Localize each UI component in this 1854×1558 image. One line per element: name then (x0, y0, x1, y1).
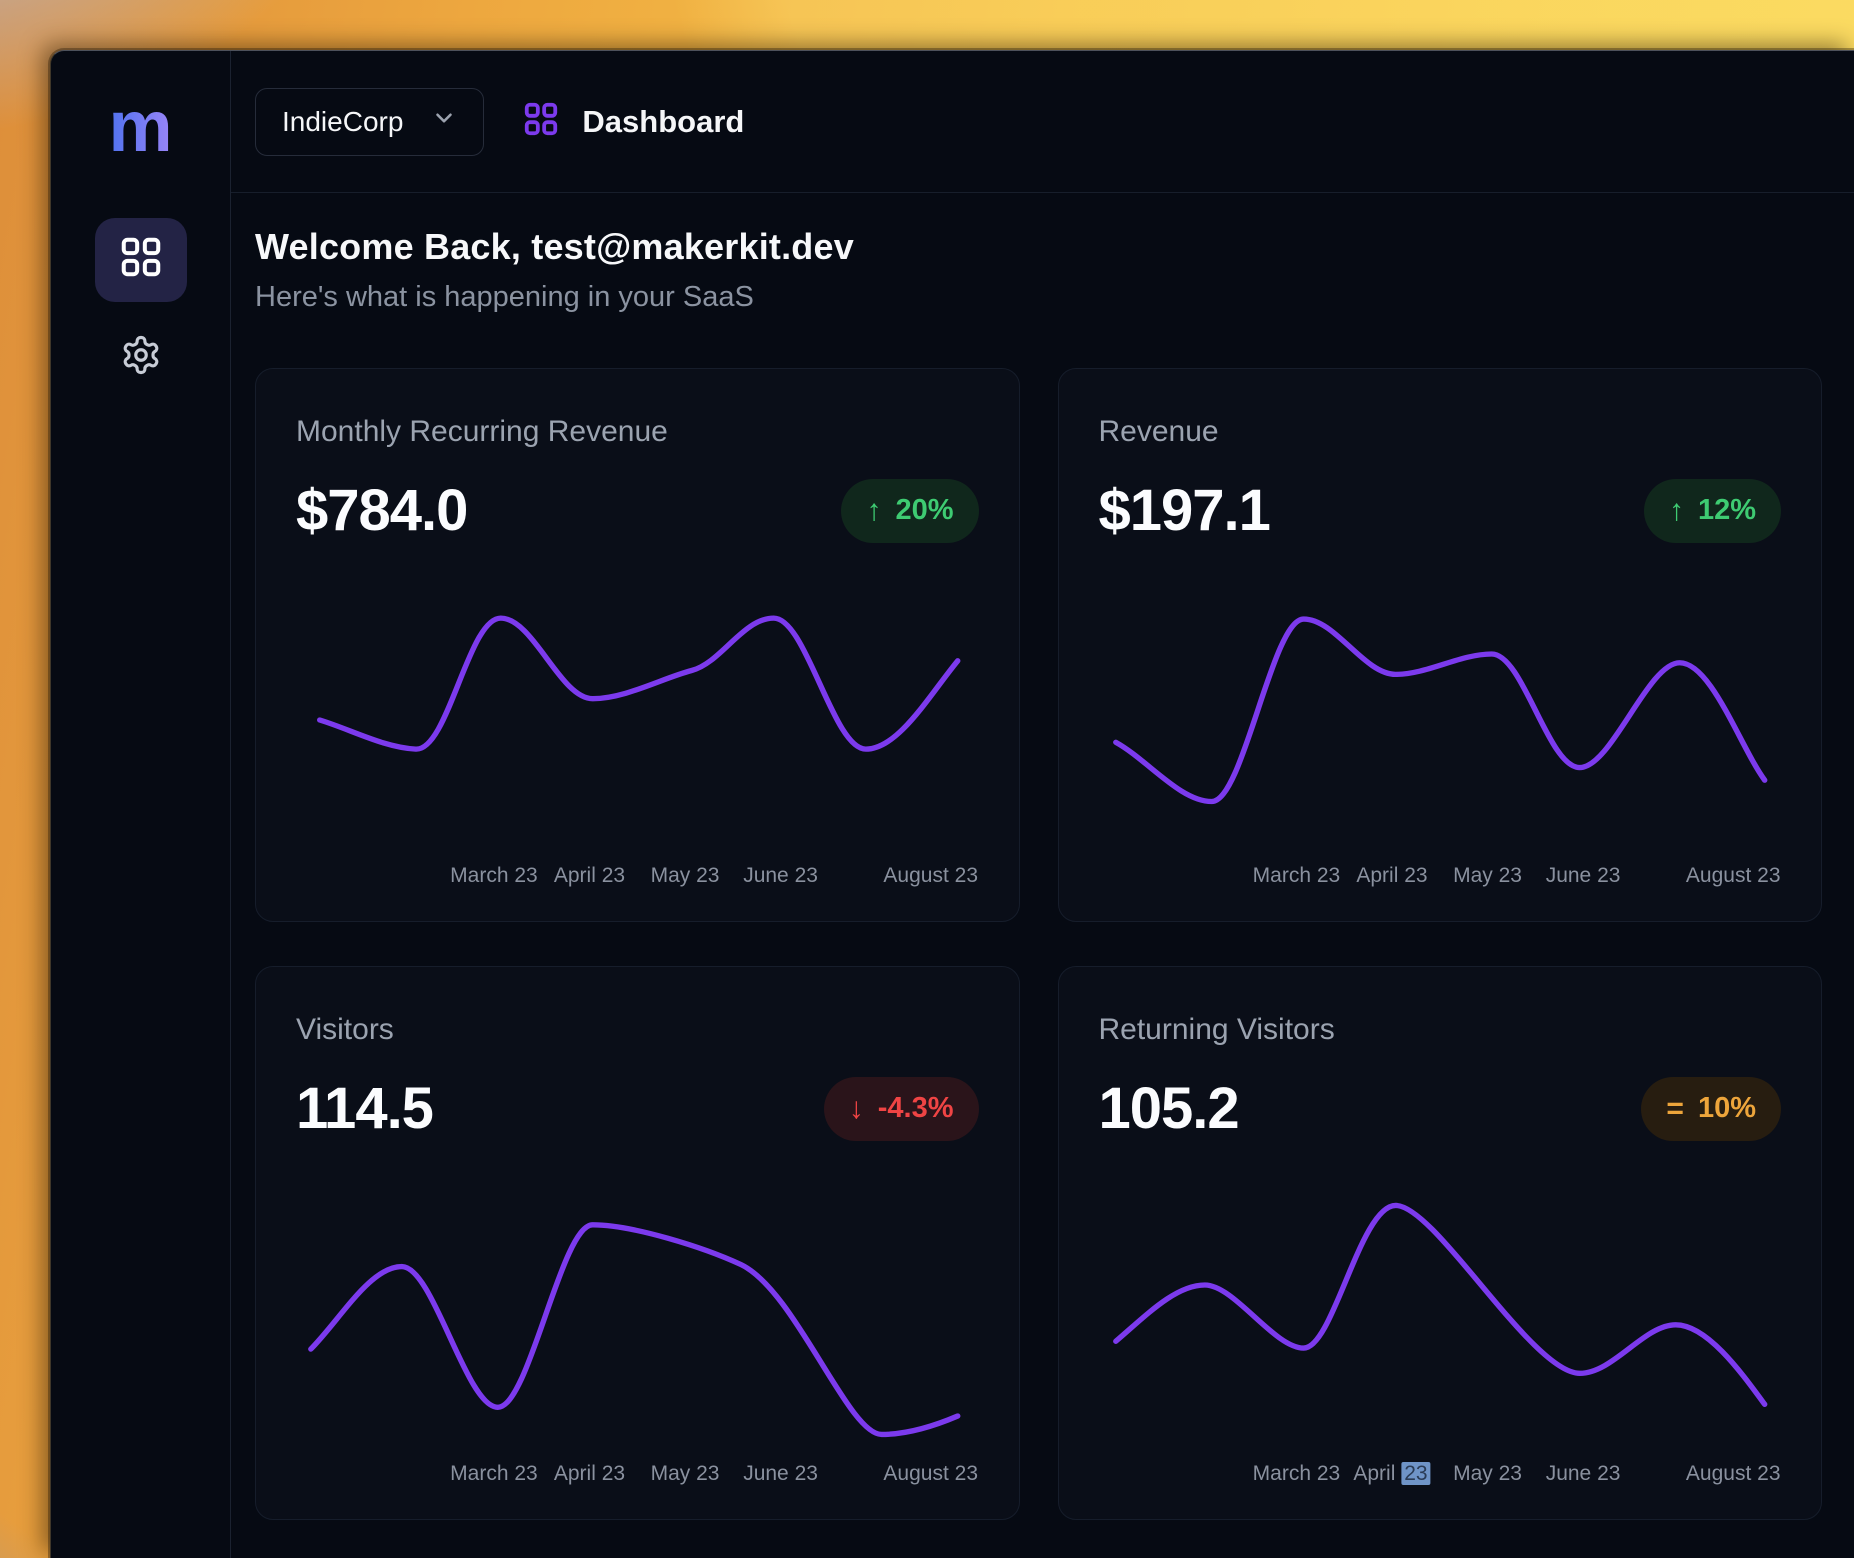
line-chart-mrr: March 23 April 23 May 23 June 23 August … (296, 589, 979, 893)
x-axis-label: August 23 (883, 864, 978, 888)
settings-gear-icon (120, 334, 162, 381)
x-axis-label: March 23 (450, 1462, 538, 1486)
app-window: m (50, 50, 1854, 1558)
x-axis: March 23 April 23 May 23 June 23 August … (1099, 1457, 1782, 1491)
line-chart-visitors: March 23 April 23 May 23 June 23 August … (296, 1187, 979, 1491)
sidebar: m (51, 51, 231, 1558)
card-value: $197.1 (1099, 477, 1270, 544)
x-axis-label: June 23 (1546, 864, 1621, 888)
page-title: Dashboard (582, 104, 744, 140)
metric-card-returning-visitors: Returning Visitors 105.2 = 10% (1058, 966, 1823, 1520)
metric-card-revenue: Revenue $197.1 ↑ 12% (1058, 368, 1823, 922)
chart-canvas (296, 1187, 979, 1449)
x-axis-label: August 23 (1686, 864, 1781, 888)
page-heading: Dashboard (522, 100, 744, 143)
x-axis-label-april-selected: April 23 (1353, 1462, 1430, 1486)
x-axis: March 23 April 23 May 23 June 23 August … (296, 1457, 979, 1491)
arrow-up-icon: ↑ (1669, 494, 1684, 528)
card-title: Revenue (1099, 415, 1782, 449)
x-axis-label: March 23 (450, 864, 538, 888)
trend-change: 12% (1698, 494, 1756, 527)
arrow-down-icon: ↓ (849, 1092, 864, 1126)
trend-change: -4.3% (878, 1092, 954, 1125)
welcome-subtitle: Here's what is happening in your SaaS (255, 281, 1822, 314)
dashboard-icon (522, 100, 560, 143)
welcome-title: Welcome Back, test@makerkit.dev (255, 226, 1822, 268)
x-axis-label: June 23 (1546, 1462, 1621, 1486)
card-title: Returning Visitors (1099, 1013, 1782, 1047)
selected-text-highlight: 23 (1401, 1462, 1430, 1485)
x-axis-label: August 23 (1686, 1462, 1781, 1486)
chart-line (311, 1225, 958, 1435)
x-axis-label: May 23 (1453, 1462, 1522, 1486)
card-title: Monthly Recurring Revenue (296, 415, 979, 449)
trend-badge: = 10% (1641, 1077, 1781, 1141)
x-axis-label: May 23 (651, 864, 720, 888)
trend-badge: ↑ 20% (841, 479, 978, 543)
metric-card-mrr: Monthly Recurring Revenue $784.0 ↑ 20% (255, 368, 1020, 922)
line-chart-returning-visitors: March 23 April 23 May 23 June 23 August … (1099, 1187, 1782, 1491)
dashboard-content: Welcome Back, test@makerkit.dev Here's w… (231, 193, 1854, 1558)
chart-canvas (1099, 589, 1782, 851)
x-axis-label: May 23 (651, 1462, 720, 1486)
chevron-down-icon (431, 105, 457, 138)
chart-canvas (1099, 1187, 1782, 1449)
chart-line (1115, 1205, 1764, 1404)
sidebar-item-settings[interactable] (95, 316, 187, 400)
organization-name: IndieCorp (282, 106, 403, 138)
organization-selector[interactable]: IndieCorp (255, 88, 484, 156)
sidebar-item-dashboard[interactable] (95, 218, 187, 302)
chart-line (1115, 619, 1764, 801)
x-axis-label: June 23 (743, 864, 818, 888)
card-value: 105.2 (1099, 1075, 1239, 1142)
card-title: Visitors (296, 1013, 979, 1047)
equals-icon: = (1666, 1092, 1684, 1126)
desktop-background: m (0, 0, 1854, 1558)
x-axis-label: April 23 (554, 864, 625, 888)
x-axis-label: March 23 (1253, 1462, 1341, 1486)
dashboard-grid-icon (118, 234, 164, 285)
x-axis-label: April (1353, 1462, 1395, 1485)
makerkit-logo: m (108, 95, 172, 160)
x-axis: March 23 April 23 May 23 June 23 August … (1099, 859, 1782, 893)
trend-change: 20% (895, 494, 953, 527)
x-axis-label: August 23 (883, 1462, 978, 1486)
card-value: $784.0 (296, 477, 467, 544)
x-axis-label: May 23 (1453, 864, 1522, 888)
card-value: 114.5 (296, 1075, 433, 1142)
trend-badge: ↓ -4.3% (824, 1077, 979, 1141)
x-axis-label: March 23 (1253, 864, 1341, 888)
x-axis-label: April 23 (554, 1462, 625, 1486)
x-axis-label: June 23 (743, 1462, 818, 1486)
x-axis-label: April 23 (1356, 864, 1427, 888)
line-chart-revenue: March 23 April 23 May 23 June 23 August … (1099, 589, 1782, 893)
chart-line (320, 618, 958, 749)
main-area: IndieCorp Dashboard (231, 51, 1854, 1558)
chart-canvas (296, 589, 979, 851)
metric-cards-grid: Monthly Recurring Revenue $784.0 ↑ 20% (255, 368, 1822, 1520)
trend-change: 10% (1698, 1092, 1756, 1125)
arrow-up-icon: ↑ (866, 494, 881, 528)
metric-card-visitors: Visitors 114.5 ↓ -4.3% (255, 966, 1020, 1520)
top-header: IndieCorp Dashboard (231, 51, 1854, 193)
x-axis: March 23 April 23 May 23 June 23 August … (296, 859, 979, 893)
trend-badge: ↑ 12% (1644, 479, 1781, 543)
